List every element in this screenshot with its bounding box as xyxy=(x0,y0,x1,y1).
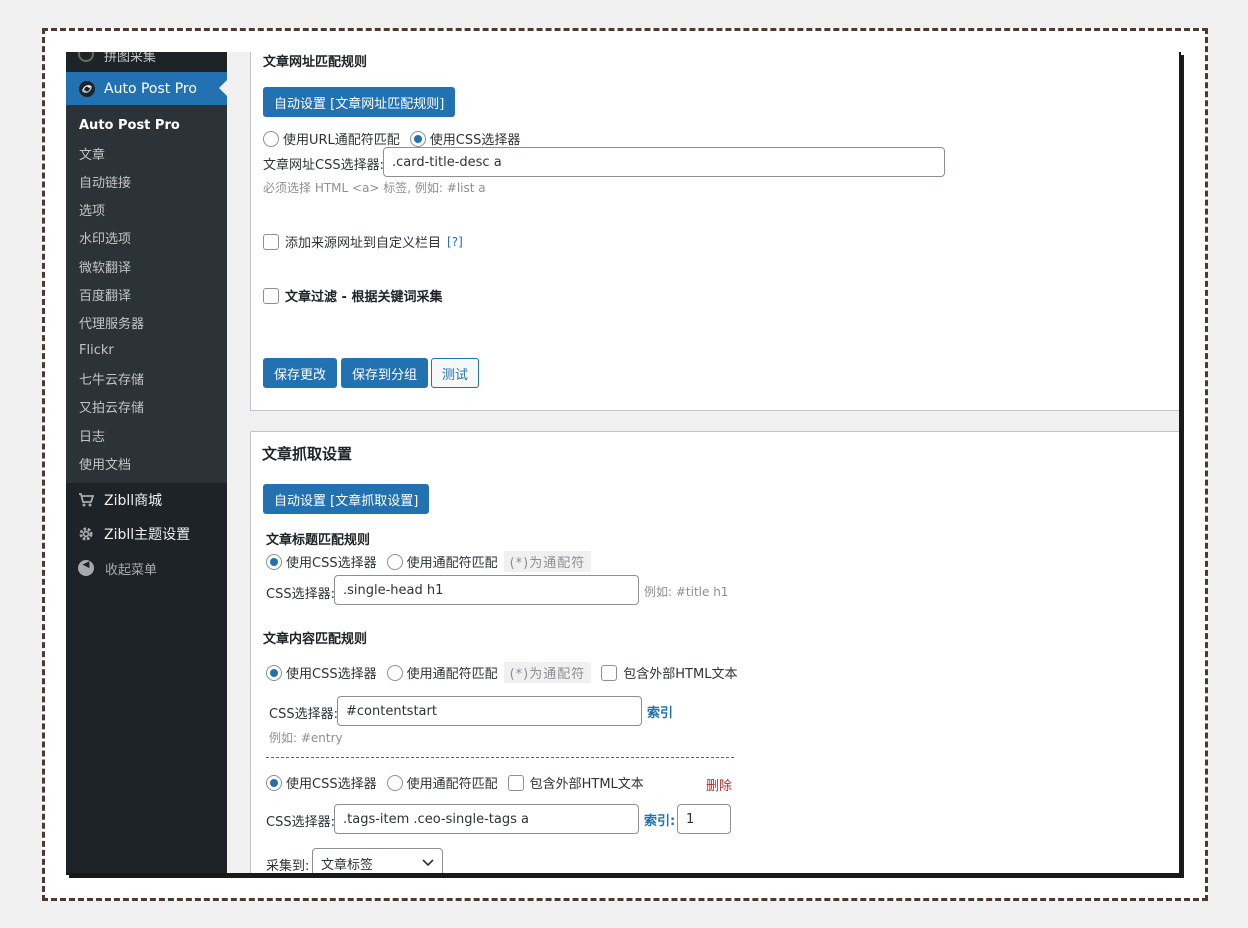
submenu-item-microsoft-translate[interactable]: 微软翻译 xyxy=(66,252,227,280)
sidebar-item-partial[interactable]: 拼图采集 xyxy=(66,52,227,72)
keyword-filter-checkbox[interactable] xyxy=(263,287,279,304)
admin-sidebar: 拼图采集 Auto Post Pro Auto Post Pro 文章 自动链接… xyxy=(66,52,227,873)
extra-include-html-checkbox[interactable] xyxy=(507,774,524,791)
css-selector-radio[interactable] xyxy=(409,130,426,147)
chevron-down-icon xyxy=(422,856,434,871)
submenu-item-qiniu-storage[interactable]: 七牛云存储 xyxy=(66,365,227,393)
extra-include-html-label: 包含外部HTML文本 xyxy=(529,777,644,792)
content-wildcard-label: 使用通配符匹配 xyxy=(406,667,498,682)
sidebar-item-zibll-shop[interactable]: Zibll商城 xyxy=(66,483,227,517)
content-css-field-label: CSS选择器: xyxy=(269,707,338,722)
content-wildcard-hint: (*)为通配符 xyxy=(503,662,592,683)
collapse-menu-label: 收起菜单 xyxy=(105,562,158,578)
extra-css-label: 使用CSS选择器 xyxy=(286,777,377,792)
content-index-link[interactable]: 索引 xyxy=(647,702,673,721)
url-match-mode: 使用URL通配符匹配 使用CSS选择器 xyxy=(263,129,520,148)
gear-icon xyxy=(77,526,95,542)
submenu-item-baidu-translate[interactable]: 百度翻译 xyxy=(66,280,227,308)
keyword-filter-row: 文章过滤 - 根据关键词采集 xyxy=(263,286,442,305)
add-source-checkbox[interactable] xyxy=(263,233,279,250)
sidebar-item-label: Zibll商城 xyxy=(104,493,163,510)
submenu-item-proxy[interactable]: 代理服务器 xyxy=(66,308,227,336)
submenu-item-docs[interactable]: 使用文档 xyxy=(66,449,227,477)
url-wildcard-label: 使用URL通配符匹配 xyxy=(283,133,400,148)
title-css-example: 例如: #title h1 xyxy=(644,585,729,599)
content-css-label: 使用CSS选择器 xyxy=(286,667,377,682)
content-include-html-checkbox[interactable] xyxy=(601,664,618,681)
sidebar-item-zibll-theme-settings[interactable]: Zibll主题设置 xyxy=(66,517,227,551)
sidebar-item-label: 拼图采集 xyxy=(104,52,157,65)
collect-to-value: 文章标签 xyxy=(321,857,374,873)
content-include-html-label: 包含外部HTML文本 xyxy=(623,667,738,682)
delete-rule-link[interactable]: 删除 xyxy=(706,775,732,794)
collect-to-select[interactable]: 文章标签 xyxy=(312,848,443,873)
extra-match-mode: 使用CSS选择器 使用通配符匹配 包含外部HTML文本 xyxy=(266,773,644,792)
scrape-settings-heading: 文章抓取设置 xyxy=(262,445,353,463)
title-css-label: 使用CSS选择器 xyxy=(286,556,377,571)
cart-icon xyxy=(77,492,95,508)
admin-window: 拼图采集 Auto Post Pro Auto Post Pro 文章 自动链接… xyxy=(66,52,1181,875)
title-wildcard-hint: (*)为通配符 xyxy=(503,551,592,572)
title-wildcard-label: 使用通配符匹配 xyxy=(406,556,498,571)
submenu-item-watermark[interactable]: 水印选项 xyxy=(66,224,227,252)
title-css-field-label: CSS选择器: xyxy=(266,587,335,602)
plugin-icon xyxy=(78,52,94,62)
auto-set-url-rules-button[interactable]: 自动设置 [文章网址匹配规则] xyxy=(263,87,456,117)
css-selector-label: 使用CSS选择器 xyxy=(429,133,521,148)
title-rules-heading: 文章标题匹配规则 xyxy=(266,533,371,548)
submenu-item-flickr[interactable]: Flickr xyxy=(66,337,227,365)
sidebar-item-label: Zibll主题设置 xyxy=(104,527,191,544)
auto-post-pro-icon xyxy=(78,80,96,98)
test-button[interactable]: 测试 xyxy=(431,358,479,388)
title-wildcard-radio[interactable] xyxy=(386,553,403,570)
extra-css-selector-input[interactable]: .tags-item .ceo-single-tags a xyxy=(334,804,639,834)
collapse-arrow-icon: ◀ xyxy=(78,560,94,577)
add-source-label: 添加来源网址到自定义栏目 xyxy=(285,236,442,251)
url-rules-heading: 文章网址匹配规则 xyxy=(263,55,368,70)
rule-divider xyxy=(266,757,734,758)
collapse-menu-button[interactable]: ◀ 收起菜单 xyxy=(66,551,227,585)
submenu-item-options[interactable]: 选项 xyxy=(66,196,227,224)
help-link[interactable]: [?] xyxy=(447,235,463,249)
add-source-row: 添加来源网址到自定义栏目 [?] xyxy=(263,232,463,251)
title-css-selector-input[interactable]: .single-head h1 xyxy=(334,575,639,605)
extra-wildcard-radio[interactable] xyxy=(386,774,403,791)
submenu-item-posts[interactable]: 文章 xyxy=(66,139,227,167)
auto-set-scrape-button[interactable]: 自动设置 [文章抓取设置] xyxy=(263,484,430,514)
extra-index-input[interactable]: 1 xyxy=(677,804,731,834)
main-content: 文章网址匹配规则 自动设置 [文章网址匹配规则] 使用URL通配符匹配 使用CS… xyxy=(227,52,1179,873)
sidebar-item-auto-post-pro[interactable]: Auto Post Pro xyxy=(66,72,227,105)
content-css-example: 例如: #entry xyxy=(269,731,343,745)
save-changes-button[interactable]: 保存更改 xyxy=(263,358,337,388)
submenu-item-logs[interactable]: 日志 xyxy=(66,421,227,449)
url-rules-panel: 文章网址匹配规则 自动设置 [文章网址匹配规则] 使用URL通配符匹配 使用CS… xyxy=(250,52,1179,411)
extra-index-label: 索引: xyxy=(644,814,676,829)
url-wildcard-radio[interactable] xyxy=(263,130,279,147)
extra-css-field-label: CSS选择器: xyxy=(266,815,335,830)
scrape-settings-panel: 文章抓取设置 自动设置 [文章抓取设置] 文章标题匹配规则 使用CSS选择器 使… xyxy=(250,431,1179,874)
sidebar-item-label: Auto Post Pro xyxy=(104,80,197,97)
content-css-radio[interactable] xyxy=(266,664,282,681)
content-match-mode: 使用CSS选择器 使用通配符匹配 (*)为通配符 包含外部HTML文本 xyxy=(266,662,737,683)
submenu-item-auto-post-pro[interactable]: Auto Post Pro xyxy=(66,111,227,139)
content-rules-heading: 文章内容匹配规则 xyxy=(263,632,368,647)
title-match-mode: 使用CSS选择器 使用通配符匹配 (*)为通配符 xyxy=(266,551,592,572)
collect-to-label: 采集到: xyxy=(266,859,310,874)
submenu-item-auto-links[interactable]: 自动链接 xyxy=(66,167,227,195)
sidebar-submenu: Auto Post Pro 文章 自动链接 选项 水印选项 微软翻译 百度翻译 … xyxy=(66,105,227,484)
content-css-selector-input[interactable]: #contentstart xyxy=(337,696,642,726)
url-css-description: 必须选择 HTML <a> 标签, 例如: #list a xyxy=(263,181,486,195)
content-wildcard-radio[interactable] xyxy=(386,664,403,681)
url-css-selector-input[interactable]: .card-title-desc a xyxy=(383,147,945,177)
extra-wildcard-label: 使用通配符匹配 xyxy=(406,777,498,792)
keyword-filter-label: 文章过滤 - 根据关键词采集 xyxy=(285,290,443,305)
title-css-radio[interactable] xyxy=(266,553,282,570)
submenu-item-upyun-storage[interactable]: 又拍云存储 xyxy=(66,393,227,421)
save-to-group-button[interactable]: 保存到分组 xyxy=(341,358,428,388)
url-css-label: 文章网址CSS选择器: xyxy=(263,158,384,173)
extra-css-radio[interactable] xyxy=(266,774,282,791)
